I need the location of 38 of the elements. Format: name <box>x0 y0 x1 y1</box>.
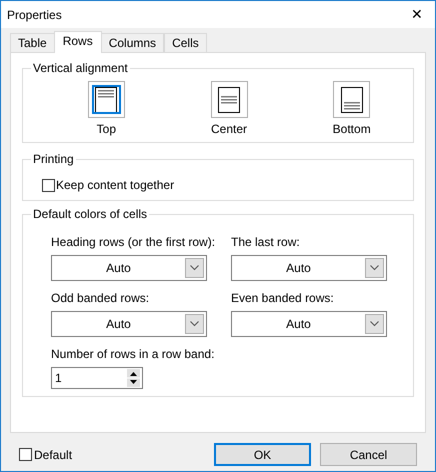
chevron-icon <box>185 314 204 334</box>
dropdown-label: Even banded rows: <box>231 290 335 307</box>
chevron-icon <box>365 258 384 278</box>
alignment-icon <box>340 86 363 112</box>
chevron-icon <box>365 314 384 334</box>
tab[interactable]: Columns <box>100 33 164 52</box>
color-dropdown[interactable]: Auto <box>51 255 207 281</box>
tab[interactable]: Rows <box>54 31 102 53</box>
color-dropdown[interactable]: Auto <box>231 255 387 281</box>
alignment-label: Center <box>210 121 248 138</box>
group-title: Printing <box>31 152 76 167</box>
tab[interactable]: Cells <box>164 33 207 52</box>
alignment-label: Top <box>96 121 116 138</box>
dropdown-label: Heading rows (or the first row): <box>51 234 216 251</box>
checkbox-label: Keep content together <box>56 177 174 194</box>
color-dropdown[interactable]: Auto <box>51 311 207 337</box>
alignment-icon <box>218 86 240 112</box>
chevron-icon <box>185 258 204 278</box>
alignment-button[interactable] <box>333 81 370 118</box>
checkbox[interactable] <box>42 178 55 192</box>
alignment-icon <box>95 86 118 112</box>
alignment-label: Bottom <box>332 121 371 138</box>
dropdown-label: Odd banded rows: <box>51 290 150 307</box>
dialog-button[interactable]: OK <box>214 443 311 466</box>
group-title: Vertical alignment <box>31 61 130 76</box>
checkbox[interactable] <box>19 448 32 461</box>
window-title: Properties <box>7 6 62 24</box>
number-spinner[interactable]: 1 <box>51 367 143 389</box>
alignment-button[interactable] <box>88 81 125 118</box>
alignment-button[interactable] <box>210 81 248 118</box>
tab[interactable]: Table <box>10 33 55 52</box>
spin-arrows-icon <box>127 369 140 387</box>
checkbox-label: Default <box>34 446 72 464</box>
close-button[interactable]: ✕ <box>411 4 423 25</box>
spinner-label: Number of rows in a row band: <box>51 346 216 363</box>
dropdown-label: The last row: <box>231 234 301 251</box>
dialog-button[interactable]: Cancel <box>320 443 417 466</box>
color-dropdown[interactable]: Auto <box>231 311 387 337</box>
